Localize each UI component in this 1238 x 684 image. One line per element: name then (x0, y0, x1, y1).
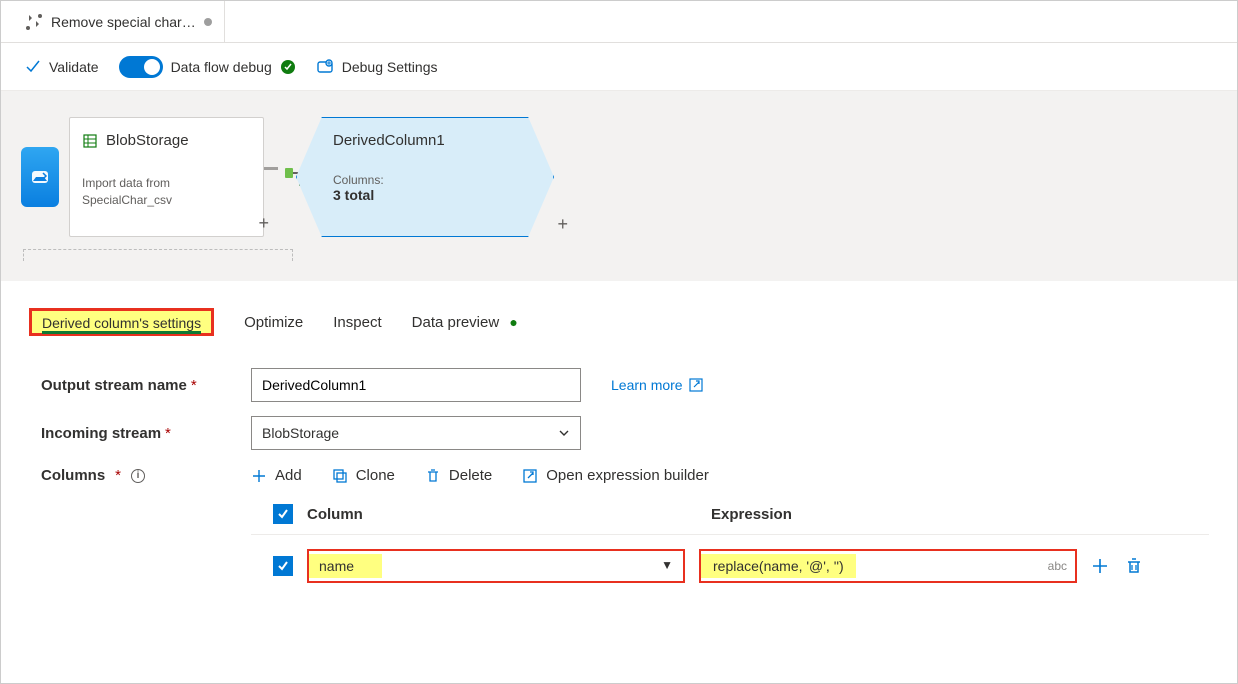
select-value: BlobStorage (262, 425, 339, 441)
debug-settings-label: Debug Settings (342, 59, 438, 75)
incoming-stream-label: Incoming stream* (41, 425, 221, 442)
expression-input[interactable]: replace(name, '@', '') abc (699, 549, 1077, 583)
debug-toggle-label: Data flow debug (171, 59, 272, 75)
select-all-checkbox[interactable] (273, 504, 293, 524)
tab-label: Derived column's settings (42, 315, 201, 334)
tab-label: Data preview (412, 314, 500, 331)
column-name-select[interactable]: name ▼ (307, 549, 685, 583)
clone-column-button[interactable]: Clone (332, 467, 395, 484)
columns-action-bar: Add Clone Delete Open expression bu (251, 467, 1209, 484)
clone-icon (332, 468, 348, 484)
add-column-button[interactable]: Add (251, 467, 302, 484)
node-column-count: 3 total (333, 187, 517, 203)
column-header-column: Column (307, 506, 697, 523)
info-icon[interactable]: i (131, 469, 145, 483)
node-derivedcolumn1[interactable]: DerivedColumn1 Columns: 3 total (296, 117, 554, 237)
incoming-stream-select[interactable]: BlobStorage (251, 416, 581, 450)
drop-zone[interactable] (23, 249, 293, 261)
column-name-value: name (309, 554, 382, 578)
node-subtitle: Columns: (333, 173, 517, 187)
status-dot-icon: ● (509, 314, 517, 330)
tab-title: Remove special char… (51, 14, 196, 30)
tab-optimize[interactable]: Optimize (244, 308, 303, 337)
table-row: name ▼ replace(name, '@', '') abc (251, 535, 1209, 593)
debug-settings-button[interactable]: Debug Settings (316, 58, 438, 76)
open-expression-builder-button[interactable]: Open expression builder (522, 467, 709, 484)
node-title: BlobStorage (106, 132, 189, 149)
action-label: Add (275, 467, 302, 484)
output-stream-name-label: Output stream name* (41, 377, 221, 394)
open-icon (522, 468, 538, 484)
node-title: DerivedColumn1 (333, 132, 517, 149)
type-indicator-icon: abc (1048, 559, 1067, 573)
title-bar: Remove special char… (1, 1, 1237, 43)
column-header-expression: Expression (711, 506, 792, 523)
learn-more-label: Learn more (611, 377, 683, 393)
gear-icon (316, 58, 334, 76)
caret-down-icon: ▼ (661, 558, 673, 572)
action-label: Clone (356, 467, 395, 484)
add-transform-button[interactable]: + (557, 214, 568, 235)
delete-column-button[interactable]: Delete (425, 467, 492, 484)
add-transform-button[interactable]: + (258, 213, 269, 234)
validate-label: Validate (49, 59, 99, 75)
checkmark-icon (25, 59, 41, 75)
learn-more-link[interactable]: Learn more (611, 377, 703, 393)
expression-value: replace(name, '@', '') (701, 554, 856, 578)
tab-derived-column-settings[interactable]: Derived column's settings (29, 308, 214, 336)
unsaved-indicator-icon (204, 18, 212, 26)
validate-button[interactable]: Validate (25, 59, 99, 75)
source-type-icon (21, 147, 59, 207)
settings-panel: Derived column's settings Optimize Inspe… (1, 281, 1237, 593)
node-blobstorage[interactable]: BlobStorage Import data from SpecialChar… (69, 117, 264, 237)
action-label: Open expression builder (546, 467, 709, 484)
output-stream-name-input[interactable] (251, 368, 581, 402)
dataflow-canvas[interactable]: BlobStorage Import data from SpecialChar… (1, 91, 1237, 281)
canvas-leftbar (11, 117, 69, 237)
add-row-button[interactable] (1091, 557, 1109, 575)
data-flow-icon (25, 13, 43, 31)
columns-header-row: Column Expression (251, 492, 1209, 535)
debug-toggle[interactable] (119, 56, 163, 78)
columns-label: Columns* i (41, 467, 221, 484)
chevron-down-icon (558, 427, 570, 439)
trash-icon (425, 468, 441, 484)
plus-icon (251, 468, 267, 484)
dataset-icon (82, 133, 98, 149)
tab-title-wrap[interactable]: Remove special char… (13, 1, 225, 42)
settings-tabs: Derived column's settings Optimize Inspe… (1, 301, 1237, 343)
node-description: Import data from SpecialChar_csv (82, 175, 251, 209)
action-label: Delete (449, 467, 492, 484)
delete-row-button[interactable] (1125, 557, 1143, 575)
tab-inspect[interactable]: Inspect (333, 308, 381, 337)
row-checkbox[interactable] (273, 556, 293, 576)
status-ok-icon (280, 59, 296, 75)
toolbar: Validate Data flow debug Debug Settings (1, 43, 1237, 91)
tab-data-preview[interactable]: Data preview ● (412, 308, 518, 337)
external-link-icon (689, 378, 703, 392)
